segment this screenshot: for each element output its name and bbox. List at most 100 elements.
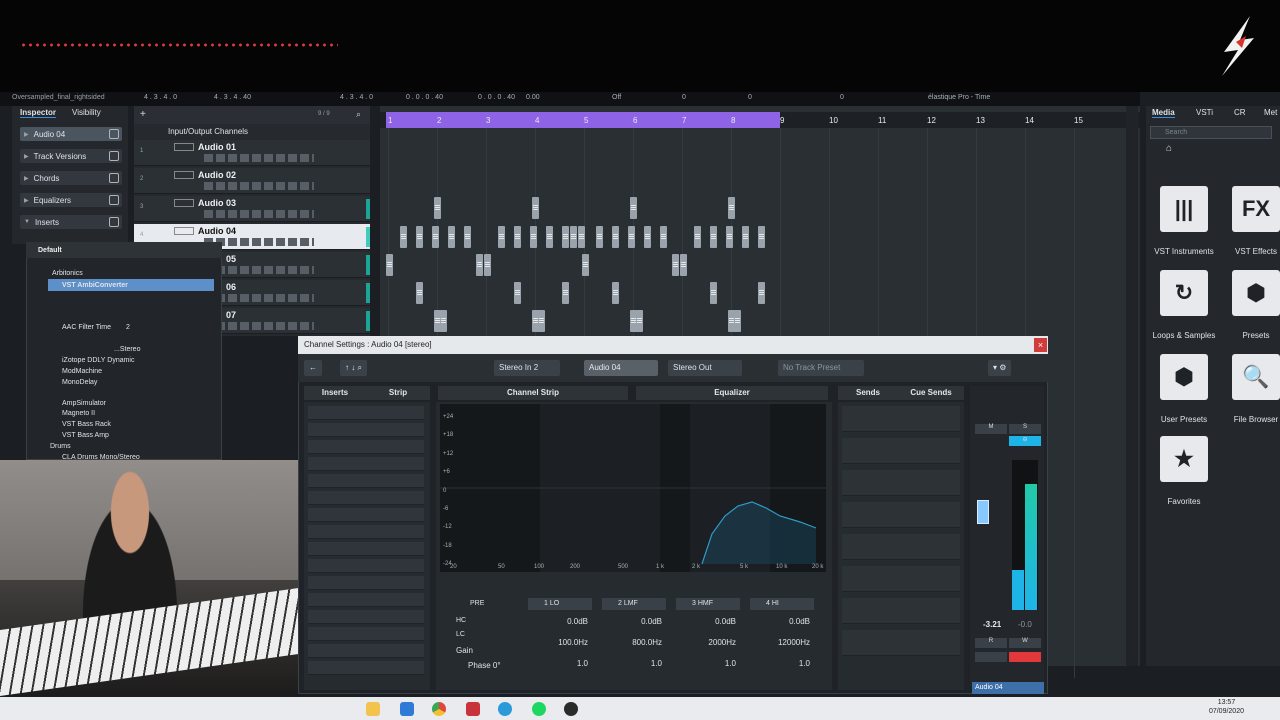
audio-event[interactable] bbox=[582, 254, 589, 276]
section-strip[interactable]: Strip bbox=[366, 386, 430, 400]
send-slot[interactable] bbox=[842, 534, 960, 560]
highcut-label[interactable]: HC bbox=[456, 617, 466, 624]
eq-curve-display[interactable] bbox=[440, 404, 826, 572]
media-tile-presets[interactable]: ⬢ bbox=[1232, 270, 1280, 316]
mute-solo-buttons[interactable] bbox=[174, 143, 194, 151]
solo-button[interactable]: S bbox=[1009, 424, 1041, 434]
plugin-item[interactable]: ModMachine bbox=[62, 368, 102, 375]
fader-value[interactable]: -3.21 bbox=[983, 620, 1001, 629]
eq-band-header[interactable]: 4 HI bbox=[750, 598, 814, 610]
mute-solo-buttons[interactable] bbox=[174, 199, 194, 207]
home-icon[interactable]: ⌂ bbox=[1166, 143, 1172, 154]
cycle-range[interactable] bbox=[386, 112, 780, 128]
channel-name-field[interactable]: Audio 04 bbox=[584, 360, 658, 376]
send-slot[interactable] bbox=[842, 470, 960, 496]
audio-event[interactable] bbox=[562, 282, 569, 304]
audio-event[interactable] bbox=[710, 226, 717, 248]
media-search-input[interactable]: Search bbox=[1150, 126, 1272, 139]
media-tile-user-presets[interactable]: ⬢ bbox=[1160, 354, 1208, 400]
audio-event[interactable] bbox=[416, 226, 423, 248]
eq-band-gain[interactable]: 0.0dB bbox=[750, 617, 810, 626]
audio-event[interactable] bbox=[432, 226, 439, 248]
edge-icon[interactable] bbox=[498, 702, 512, 716]
eq-band-header[interactable]: 1 LO bbox=[528, 598, 592, 610]
eq-band-header[interactable]: 3 HMF bbox=[676, 598, 740, 610]
inspector-row-audio04[interactable]: ▶ Audio 04 bbox=[20, 127, 122, 141]
plugin-item[interactable]: 2 bbox=[126, 324, 130, 331]
audio-event[interactable] bbox=[726, 226, 733, 248]
plugin-item[interactable]: Drums bbox=[50, 443, 71, 450]
audio-event[interactable] bbox=[728, 197, 735, 219]
audio-event[interactable] bbox=[440, 310, 447, 332]
inspector-row-chords[interactable]: ▶ Chords bbox=[20, 171, 122, 185]
tab-meter[interactable]: Met bbox=[1264, 108, 1277, 117]
insert-slot[interactable] bbox=[308, 593, 424, 607]
insert-slot[interactable] bbox=[308, 423, 424, 437]
insert-slot[interactable] bbox=[308, 491, 424, 505]
send-slot[interactable] bbox=[842, 630, 960, 656]
spotify-icon[interactable] bbox=[532, 702, 546, 716]
folder-track[interactable]: Input/Output Channels bbox=[160, 124, 370, 140]
send-slot[interactable] bbox=[842, 566, 960, 592]
audio-event[interactable] bbox=[672, 254, 679, 276]
plugin-item[interactable]: iZotope DDLY Dynamic bbox=[62, 357, 135, 364]
tab-visibility[interactable]: Visibility bbox=[72, 108, 101, 117]
media-tile-vst-instruments[interactable]: ||| bbox=[1160, 186, 1208, 232]
plugin-item[interactable]: ...Stereo bbox=[114, 346, 140, 353]
send-slot[interactable] bbox=[842, 438, 960, 464]
insert-slot[interactable] bbox=[308, 457, 424, 471]
write-button[interactable]: W bbox=[1009, 638, 1041, 648]
file-explorer-icon[interactable] bbox=[366, 702, 380, 716]
eq-band-q[interactable]: 1.0 bbox=[750, 659, 810, 668]
track-row[interactable]: 2 Audio 02 bbox=[134, 168, 370, 194]
inspector-row-track-versions[interactable]: ▶ Track Versions bbox=[20, 149, 122, 163]
audio-event[interactable] bbox=[644, 226, 651, 248]
settings-icon[interactable]: ▾ ⚙ bbox=[988, 360, 1012, 376]
record-enable-button[interactable] bbox=[1009, 652, 1041, 662]
eq-band-freq[interactable]: 2000Hz bbox=[676, 638, 736, 647]
audio-event[interactable] bbox=[758, 226, 765, 248]
audio-event[interactable] bbox=[386, 254, 393, 276]
insert-slot[interactable] bbox=[308, 644, 424, 658]
obs-icon[interactable] bbox=[564, 702, 578, 716]
insert-slot[interactable] bbox=[308, 576, 424, 590]
track-controls[interactable] bbox=[204, 210, 314, 218]
section-inserts[interactable]: Inserts bbox=[304, 386, 366, 400]
audio-event[interactable] bbox=[578, 226, 585, 248]
eq-band-freq[interactable]: 12000Hz bbox=[750, 638, 810, 647]
eq-band-gain[interactable]: 0.0dB bbox=[602, 617, 662, 626]
audio-event[interactable] bbox=[612, 282, 619, 304]
section-channel-strip[interactable]: Channel Strip bbox=[438, 386, 628, 400]
search-icon[interactable]: ⌕ bbox=[356, 109, 361, 120]
plugin-item[interactable]: VST Bass Amp bbox=[62, 432, 109, 439]
track-row[interactable]: 3 Audio 03 bbox=[134, 196, 370, 222]
insert-slot[interactable] bbox=[308, 542, 424, 556]
eq-band-gain[interactable]: 0.0dB bbox=[676, 617, 736, 626]
edit-icon[interactable] bbox=[109, 129, 119, 139]
read-button[interactable]: R bbox=[975, 638, 1007, 648]
mail-icon[interactable] bbox=[400, 702, 414, 716]
audio-event[interactable] bbox=[400, 226, 407, 248]
input-routing[interactable]: Stereo In 2 bbox=[494, 360, 560, 376]
back-arrow-icon[interactable]: ← bbox=[304, 360, 322, 376]
close-icon[interactable]: × bbox=[1034, 338, 1047, 352]
eq-band-gain[interactable]: 0.0dB bbox=[528, 617, 588, 626]
eq-band-q[interactable]: 1.0 bbox=[602, 659, 662, 668]
plugin-item[interactable]: AmpSimulator bbox=[62, 400, 106, 407]
eq-band-freq[interactable]: 800.0Hz bbox=[602, 638, 662, 647]
volume-fader[interactable] bbox=[977, 500, 989, 524]
audio-event[interactable] bbox=[628, 226, 635, 248]
eq-band-q[interactable]: 1.0 bbox=[528, 659, 588, 668]
locator-1[interactable]: 4 . 3 . 4 . 0 bbox=[144, 94, 177, 101]
audio-event[interactable] bbox=[448, 226, 455, 248]
audio-event[interactable] bbox=[612, 226, 619, 248]
media-tile-file-browser[interactable]: 🔍 bbox=[1232, 354, 1280, 400]
track-row[interactable]: 1 Audio 01 bbox=[134, 140, 370, 166]
add-track-icon[interactable]: + bbox=[140, 109, 146, 120]
audio-event[interactable] bbox=[636, 310, 643, 332]
gain-label[interactable]: Gain bbox=[456, 646, 473, 655]
send-slot[interactable] bbox=[842, 598, 960, 624]
audio-event[interactable] bbox=[416, 282, 423, 304]
tab-vsti[interactable]: VSTi bbox=[1196, 108, 1213, 117]
send-slot[interactable] bbox=[842, 502, 960, 528]
